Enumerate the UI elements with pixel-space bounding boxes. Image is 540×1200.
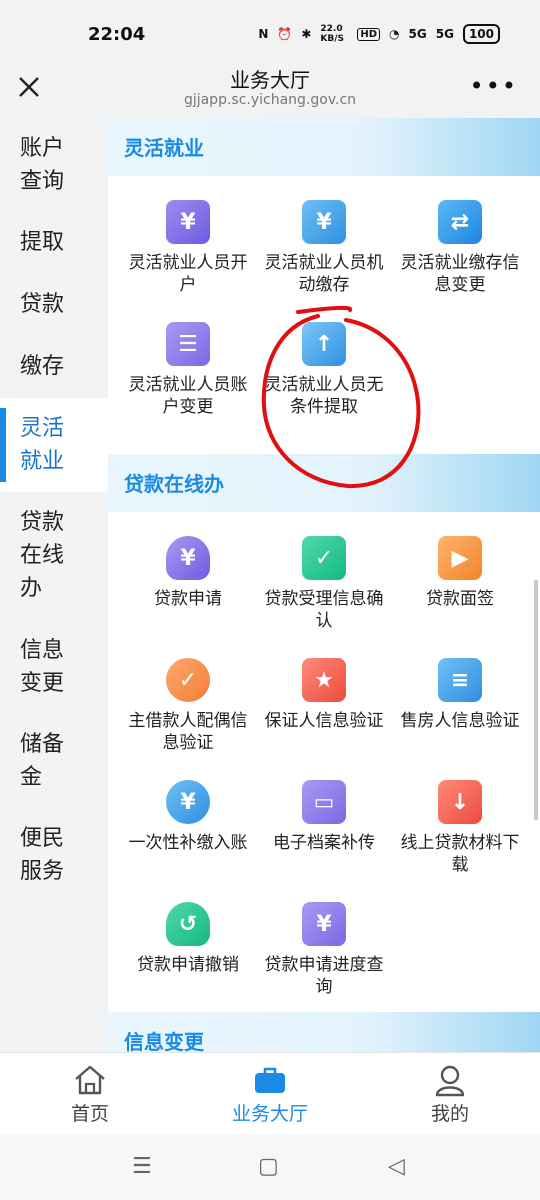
status-bar: 22:04 N ⏰ ✱ 22.0 KB/S HD ◔ 5G 5G 100 <box>0 0 540 62</box>
back-triangle-icon[interactable]: ◁ <box>388 1154 405 1179</box>
sidebar-item-info-change[interactable]: 信息 变更 <box>0 634 108 700</box>
signal-1: 5G <box>408 27 427 41</box>
tile-loan-apply[interactable]: ¥ 贷款申请 <box>116 536 260 610</box>
yuan-atm-icon: ¥ <box>302 200 346 244</box>
signal-2: 5G <box>435 27 454 41</box>
yuan-notebook-icon: ¥ <box>166 200 210 244</box>
sidebar-item-loan-online[interactable]: 贷款 在线 办 <box>0 506 108 605</box>
page-title: 业务大厅 <box>230 68 310 92</box>
tile-flexible-open-account[interactable]: ¥ 灵活就业人员开户 <box>116 200 260 296</box>
download-tray-icon: ↓ <box>438 780 482 824</box>
status-time: 22:04 <box>88 24 146 45</box>
nav-business-hall[interactable]: 业务大厅 <box>210 1063 330 1126</box>
tile-material-download[interactable]: ↓ 线上贷款材料下载 <box>388 780 532 876</box>
tile-loan-progress[interactable]: ¥ 贷款申请进度查询 <box>252 902 396 998</box>
tile-loan-video-sign[interactable]: ▶ 贷款面签 <box>388 536 532 610</box>
home-icon <box>72 1063 108 1097</box>
tile-seller-verify[interactable]: ≡ 售房人信息验证 <box>388 658 532 732</box>
tile-flexible-unconditional-withdraw[interactable]: ↑ 灵活就业人员无条件提取 <box>252 322 396 418</box>
tile-loan-confirm[interactable]: ✓ 贷款受理信息确认 <box>252 536 396 632</box>
tile-flexible-info-change[interactable]: ⇄ 灵活就业缴存信息变更 <box>388 200 532 296</box>
system-navigation-bar: ☰ ▢ ◁ <box>0 1134 540 1200</box>
sidebar-item-reserve[interactable]: 储备 金 <box>0 728 108 794</box>
status-icons: N ⏰ ✱ 22.0 KB/S HD ◔ 5G 5G 100 <box>258 24 500 44</box>
sidebar-item-loan[interactable]: 贷款 <box>0 288 108 321</box>
tile-loan-cancel[interactable]: ↺ 贷款申请撤销 <box>116 902 260 976</box>
guarantor-card-icon: ★ <box>302 658 346 702</box>
page-url: gjjapp.sc.yichang.gov.cn <box>183 92 357 108</box>
home-square-icon[interactable]: ▢ <box>258 1154 279 1179</box>
tile-flexible-deposit[interactable]: ¥ 灵活就业人员机动缴存 <box>252 200 396 296</box>
battery-indicator: 100 <box>462 24 500 44</box>
bottom-navigation: 首页 业务大厅 我的 <box>0 1052 540 1134</box>
section-header-info-change: 信息变更 <box>108 1012 540 1052</box>
net-speed: 22.0 KB/S <box>320 24 344 44</box>
section-header-flexible: 灵活就业 <box>108 118 540 176</box>
services-content: 灵活就业 ¥ 灵活就业人员开户 ¥ 灵活就业人员机动缴存 ⇄ 灵活就业缴存信息变… <box>108 118 540 1052</box>
tile-one-time-repay[interactable]: ¥ 一次性补缴入账 <box>116 780 260 854</box>
card-exchange-icon: ⇄ <box>438 200 482 244</box>
sidebar-item-withdraw[interactable]: 提取 <box>0 226 108 259</box>
tile-flexible-account-change[interactable]: ☰ 灵活就业人员账户变更 <box>116 322 260 418</box>
hd-badge: HD <box>357 27 381 41</box>
document-settings-icon: ☰ <box>166 322 210 366</box>
seller-card-icon: ≡ <box>438 658 482 702</box>
video-camera-icon: ▶ <box>438 536 482 580</box>
user-yuan-icon: ¥ <box>166 780 210 824</box>
category-sidebar: 账户 查询 提取 贷款 缴存 灵活 就业 贷款 在线 办 信息 变更 储备 金 … <box>0 118 108 1052</box>
nfc-icon: N <box>258 27 269 41</box>
tile-guarantor-verify[interactable]: ★ 保证人信息验证 <box>252 658 396 732</box>
tile-archive-upload[interactable]: ▭ 电子档案补传 <box>252 780 396 854</box>
calendar-clock-icon: ¥ <box>302 902 346 946</box>
nav-mine[interactable]: 我的 <box>390 1063 510 1126</box>
sidebar-item-flexible-employment[interactable]: 灵活 就业 <box>0 398 108 492</box>
user-verify-icon: ✓ <box>166 658 210 702</box>
sidebar-item-convenience[interactable]: 便民 服务 <box>0 822 108 888</box>
money-bag-undo-icon: ↺ <box>166 902 210 946</box>
upload-file-icon: ↑ <box>302 322 346 366</box>
wifi-icon: ◔ <box>389 27 400 41</box>
check-document-icon: ✓ <box>302 536 346 580</box>
menu-icon[interactable]: ☰ <box>132 1154 152 1179</box>
sidebar-item-deposit[interactable]: 缴存 <box>0 350 108 383</box>
tile-spouse-verify[interactable]: ✓ 主借款人配偶信息验证 <box>116 658 260 754</box>
archive-box-icon: ▭ <box>302 780 346 824</box>
briefcase-icon <box>252 1063 288 1097</box>
more-menu-button[interactable]: ••• <box>470 72 518 100</box>
bluetooth-icon: ✱ <box>301 27 312 41</box>
sidebar-item-account-query[interactable]: 账户 查询 <box>0 132 108 198</box>
alarm-icon: ⏰ <box>277 27 293 41</box>
section-header-loan-online: 贷款在线办 <box>108 454 540 512</box>
nav-home[interactable]: 首页 <box>30 1063 150 1126</box>
title-bar: 业务大厅 gjjapp.sc.yichang.gov.cn ••• <box>0 62 540 118</box>
content-scrollbar[interactable] <box>534 580 538 820</box>
money-bag-icon: ¥ <box>166 536 210 580</box>
user-profile-icon <box>432 1063 468 1097</box>
